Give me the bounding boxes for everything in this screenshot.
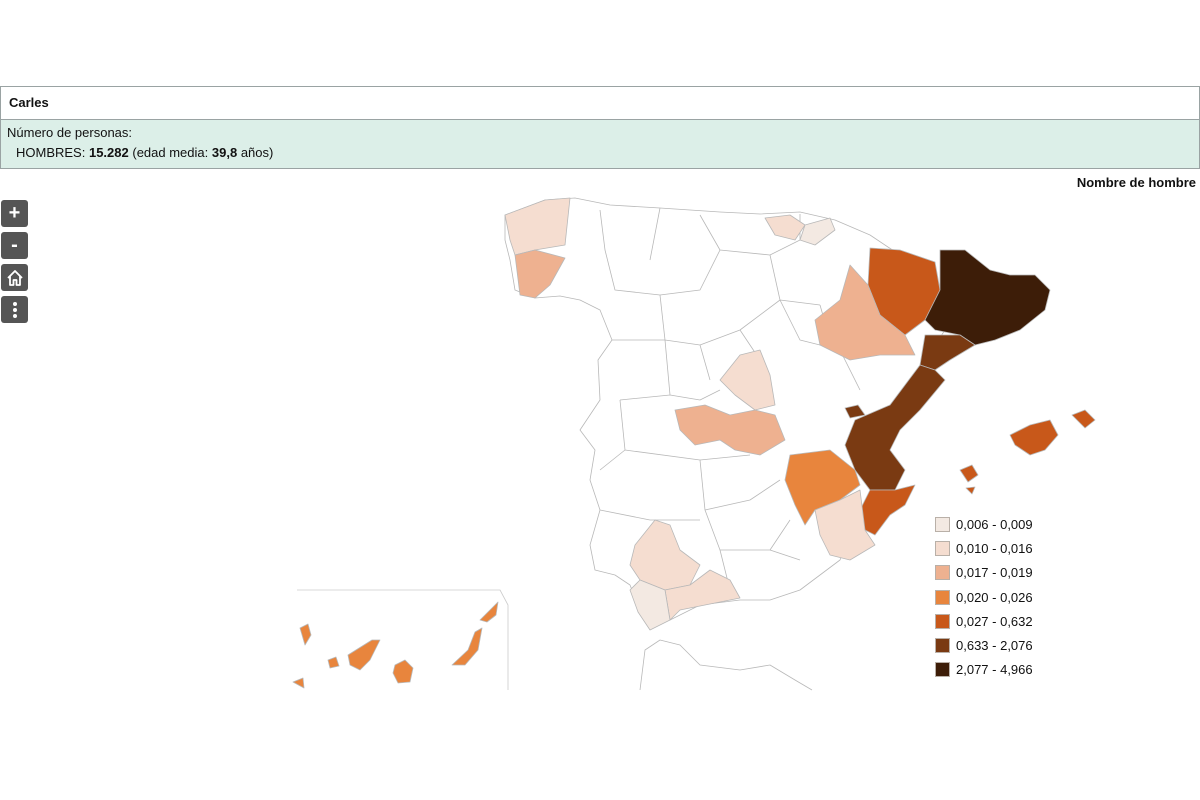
legend-item: 2,077 - 4,966 <box>935 658 1033 682</box>
legend-label: 0,020 - 0,026 <box>956 589 1033 605</box>
gender-label: HOMBRES: <box>16 145 86 160</box>
legend-label: 0,006 - 0,009 <box>956 516 1033 532</box>
map-legend: 0,006 - 0,009 0,010 - 0,016 0,017 - 0,019 0… <box>935 512 1033 682</box>
legend-item: 0,020 - 0,026 <box>935 585 1033 609</box>
age-suffix: años) <box>240 145 274 160</box>
legend-item: 0,010 - 0,016 <box>935 536 1033 560</box>
stats-label: Número de personas: <box>7 125 133 140</box>
count-value: 15.282 <box>88 145 129 160</box>
north-africa-outline <box>639 639 813 691</box>
island-gran-canaria[interactable] <box>392 659 414 684</box>
province-mallorca[interactable] <box>1009 419 1059 456</box>
age-value: 39,8 <box>211 145 238 160</box>
legend-label: 0,017 - 0,019 <box>956 565 1033 581</box>
stats-line: HOMBRES: 15.282 (edad media: 39,8 años) <box>16 145 273 160</box>
legend-swatch <box>935 589 950 605</box>
island-el-hierro[interactable] <box>292 677 305 689</box>
legend-label: 0,633 - 2,076 <box>956 638 1033 654</box>
person-name: Carles <box>9 95 49 110</box>
legend-swatch <box>935 613 950 629</box>
top-blank-area <box>0 0 1200 86</box>
legend-item: 0,017 - 0,019 <box>935 561 1033 585</box>
legend-label: 0,027 - 0,632 <box>956 613 1033 629</box>
legend-item: 0,027 - 0,632 <box>935 609 1033 633</box>
age-prefix: (edad media: <box>132 145 209 160</box>
island-lanzarote[interactable] <box>479 601 499 623</box>
province-ibiza[interactable] <box>959 464 979 483</box>
province-tarragona[interactable] <box>919 334 976 371</box>
legend-item: 0,633 - 2,076 <box>935 633 1033 657</box>
legend-swatch <box>935 638 950 654</box>
name-header: Carles <box>0 86 1200 119</box>
province-formentera[interactable] <box>965 486 976 495</box>
province-catalonia[interactable] <box>924 249 1051 346</box>
legend-swatch <box>935 565 950 581</box>
legend-swatch <box>935 662 950 678</box>
legend-item: 0,006 - 0,009 <box>935 512 1033 536</box>
island-la-gomera[interactable] <box>327 656 340 669</box>
island-la-palma[interactable] <box>299 623 312 646</box>
island-fuerteventura[interactable] <box>451 627 483 666</box>
island-tenerife[interactable] <box>347 639 381 671</box>
stats-panel: Número de personas: HOMBRES: 15.282 (eda… <box>0 119 1200 169</box>
legend-swatch <box>935 540 950 556</box>
province-menorca[interactable] <box>1071 409 1096 429</box>
legend-label: 0,010 - 0,016 <box>956 540 1033 556</box>
legend-swatch <box>935 516 950 532</box>
legend-label: 2,077 - 4,966 <box>956 662 1033 678</box>
